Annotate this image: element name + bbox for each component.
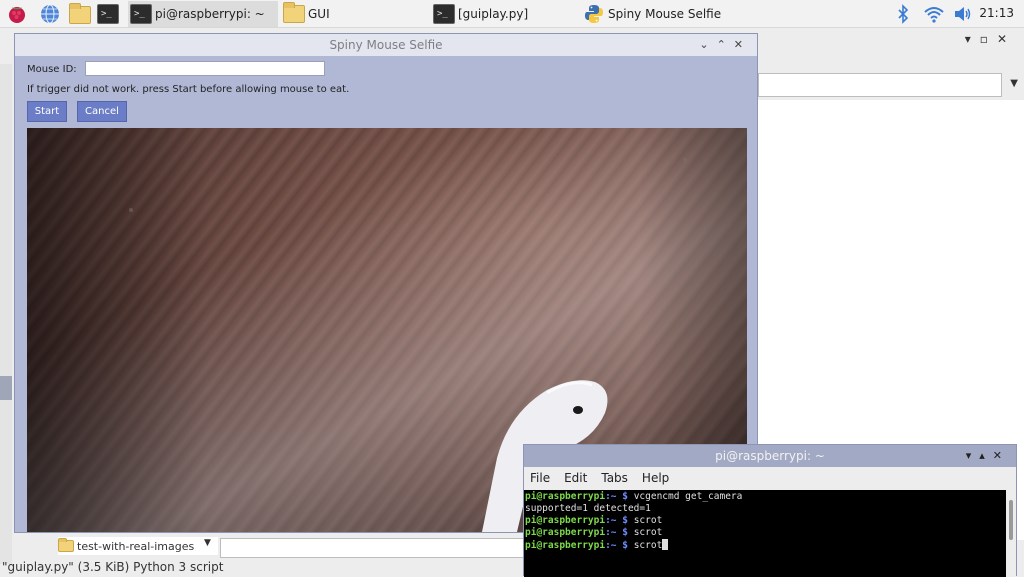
window-titlebar[interactable]: pi@raspberrypi: ~ ▾▴✕ <box>524 445 1016 467</box>
minimize-icon[interactable]: ⌄ <box>699 38 716 51</box>
maximize-icon[interactable]: ⌃ <box>717 38 734 51</box>
prompt-user: pi@raspberrypi <box>525 527 606 538</box>
command-text: scrot <box>627 527 663 538</box>
window-controls[interactable]: ▾▫✕ <box>965 32 1016 46</box>
sidebar-item-label: test-with-real-images <box>77 539 195 553</box>
terminal-window: pi@raspberrypi: ~ ▾▴✕ File Edit Tabs Hel… <box>523 444 1017 577</box>
status-bar: "guiplay.py" (3.5 KiB) Python 3 script <box>2 560 224 574</box>
terminal-icon: >_ <box>130 4 152 24</box>
cancel-button[interactable]: Cancel <box>77 101 127 122</box>
terminal-menubar: File Edit Tabs Help <box>524 467 1016 489</box>
prompt-user: pi@raspberrypi <box>525 491 606 502</box>
terminal-icon: >_ <box>433 4 455 24</box>
wifi-icon[interactable] <box>923 3 945 25</box>
start-button[interactable]: Start <box>27 101 67 122</box>
task-file-manager[interactable]: GUI <box>281 1 429 27</box>
close-icon[interactable]: ✕ <box>734 38 751 51</box>
task-label: Spiny Mouse Selfie <box>608 7 722 21</box>
menu-tabs[interactable]: Tabs <box>601 471 628 485</box>
minimize-icon[interactable]: ▾ <box>966 449 980 462</box>
python-icon <box>585 5 603 23</box>
terminal-command-line: pi@raspberrypi:~ $ vcgencmd get_camera <box>525 491 1005 503</box>
sidebar-item-folder[interactable]: test-with-real-images <box>58 537 218 555</box>
window-controls[interactable]: ⌄⌃✕ <box>699 34 751 56</box>
minimize-icon[interactable]: ▾ <box>965 32 980 46</box>
raspberry-menu-icon[interactable] <box>6 3 28 25</box>
maximize-icon[interactable]: ▫ <box>980 32 997 46</box>
terminal-launcher-icon[interactable]: >_ <box>97 4 119 26</box>
maximize-icon[interactable]: ▴ <box>979 449 993 462</box>
sidebar-selection <box>0 376 12 400</box>
sidebar <box>0 64 12 564</box>
terminal-command-line: pi@raspberrypi:~ $ scrot <box>525 527 1005 539</box>
close-icon[interactable]: ✕ <box>993 449 1010 462</box>
menu-file[interactable]: File <box>530 471 550 485</box>
prompt-user: pi@raspberrypi <box>525 515 606 526</box>
web-browser-icon[interactable] <box>39 3 61 25</box>
terminal-output[interactable]: pi@raspberrypi:~ $ vcgencmd get_camera su… <box>524 490 1006 577</box>
taskbar: >_ >_ pi@raspberrypi: ~ GUI >_ [guiplay.… <box>0 0 1024 28</box>
prompt-path: :~ $ <box>605 515 628 526</box>
task-label: [guiplay.py] <box>458 7 529 21</box>
path-bar[interactable] <box>758 73 1002 97</box>
prompt-path: :~ $ <box>605 491 628 502</box>
command-text: scrot <box>627 515 663 526</box>
window-title: Spiny Mouse Selfie <box>329 38 443 52</box>
menu-edit[interactable]: Edit <box>564 471 587 485</box>
name-field[interactable] <box>220 538 524 558</box>
task-editor[interactable]: >_ [guiplay.py] <box>431 1 579 27</box>
scrollbar-thumb[interactable] <box>1009 500 1013 540</box>
terminal-output-line: supported=1 detected=1 <box>525 503 651 514</box>
terminal-command-line: pi@raspberrypi:~ $ scrot <box>525 515 1005 527</box>
command-text: scrot <box>627 540 663 551</box>
folder-icon <box>58 538 74 552</box>
mouse-id-input[interactable] <box>85 61 325 76</box>
clock[interactable]: 21:13 <box>979 6 1014 20</box>
close-icon[interactable]: ✕ <box>997 32 1016 46</box>
folder-icon <box>283 2 305 23</box>
task-spiny-mouse-selfie[interactable]: Spiny Mouse Selfie <box>581 1 731 27</box>
terminal-cursor <box>662 539 669 550</box>
task-label: GUI <box>308 7 330 21</box>
mouse-id-label: Mouse ID: <box>27 64 77 75</box>
bluetooth-icon[interactable] <box>895 3 911 25</box>
prompt-path: :~ $ <box>605 527 628 538</box>
task-terminal[interactable]: >_ pi@raspberrypi: ~ <box>128 1 278 27</box>
chevron-down-icon[interactable]: ▼ <box>204 538 211 548</box>
terminal-command-line: pi@raspberrypi:~ $ scrot <box>525 539 1005 552</box>
instruction-text: If trigger did not work. press Start bef… <box>27 84 350 95</box>
menu-help[interactable]: Help <box>642 471 669 485</box>
window-controls[interactable]: ▾▴✕ <box>966 445 1010 467</box>
prompt-user: pi@raspberrypi <box>525 540 606 551</box>
terminal-scrollbar[interactable] <box>1006 490 1016 577</box>
prompt-path: :~ $ <box>605 540 628 551</box>
window-titlebar[interactable]: Spiny Mouse Selfie ⌄⌃✕ <box>15 34 757 56</box>
file-manager-icon[interactable] <box>69 3 91 28</box>
task-label: pi@raspberrypi: ~ <box>155 7 265 21</box>
command-text: vcgencmd get_camera <box>627 491 743 502</box>
window-title: pi@raspberrypi: ~ <box>715 449 825 463</box>
chevron-down-icon[interactable]: ▼ <box>1010 78 1018 89</box>
volume-icon[interactable] <box>952 3 974 25</box>
